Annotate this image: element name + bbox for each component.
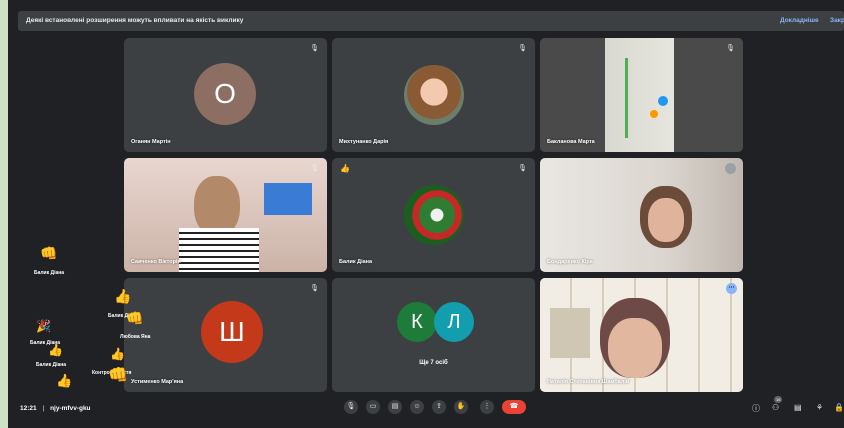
muted-mic-icon: 🎙	[310, 165, 319, 172]
person-silhouette	[608, 318, 662, 378]
extensions-banner: Деякі встановлені розширення можуть впли…	[18, 11, 844, 31]
banner-message: Деякі встановлені розширення можуть впли…	[26, 17, 244, 24]
reaction-sender: Балик Діана	[34, 270, 65, 276]
participant-name: Балик Діана	[339, 259, 373, 265]
participant-name: Устименко Мар'яна	[131, 379, 184, 385]
reaction-emoji: 👍	[56, 373, 73, 388]
shelf-decor	[550, 308, 590, 358]
status-indicator	[725, 163, 736, 174]
end-call-icon[interactable]: ☎	[502, 400, 526, 414]
avatar: Л	[434, 302, 474, 342]
avatar: О	[194, 63, 256, 125]
reaction-sender: Балик Діана	[36, 362, 67, 368]
reaction-emoji: 👍	[110, 347, 125, 361]
video-feed	[540, 38, 743, 152]
muted-mic-icon: 🎙	[518, 165, 527, 172]
participant-tile[interactable]: Ш 🎙 Устименко Мар'яна	[124, 278, 327, 392]
present-icon[interactable]: ⇪	[432, 400, 446, 414]
video-feed	[540, 278, 743, 392]
info-icon[interactable]: ⓘ	[752, 403, 760, 414]
participant-tile[interactable]: 🎙 Бакланова Марта	[540, 38, 743, 152]
participant-tile[interactable]: 🎙 Савченко Вікторія	[124, 158, 327, 272]
muted-mic-icon: 🎙	[310, 285, 319, 292]
participant-name: Савченко Вікторія	[131, 259, 181, 265]
avatar	[404, 65, 464, 125]
reaction-emoji: 🎉	[36, 319, 51, 333]
drawing-image	[625, 58, 658, 138]
participant-name: Михтунанко Дарія	[339, 139, 389, 145]
muted-mic-icon: 🎙	[518, 45, 527, 52]
participant-tile[interactable]: 🎙 Михтунанко Дарія	[332, 38, 535, 152]
map-poster	[264, 183, 312, 215]
meeting-info: 12:21 | njy-mfvv-gku	[20, 405, 91, 412]
participant-name: Бондаренко Кіра	[547, 259, 593, 265]
person-silhouette	[648, 198, 684, 242]
reaction-emoji: 👍	[48, 343, 63, 357]
video-feed	[540, 158, 743, 272]
raise-hand-icon[interactable]: ✋	[454, 400, 468, 414]
activities-icon[interactable]: ⚘	[816, 403, 823, 412]
meeting-code: njy-mfvv-gku	[50, 405, 91, 412]
avatar	[404, 185, 464, 245]
reaction-icon: 👍	[340, 164, 350, 173]
person-silhouette	[179, 228, 259, 272]
more-options-icon[interactable]: ⋮	[480, 400, 494, 414]
control-bar: 12:21 | njy-mfvv-gku 🎙 ▭ ▤ ☺ ⇪ ✋ ⋮ ☎ ⓘ 1…	[8, 396, 844, 422]
camera-icon[interactable]: ▭	[366, 400, 380, 414]
more-options-icon[interactable]: ⋯	[726, 283, 737, 294]
mic-icon[interactable]: 🎙	[344, 400, 358, 414]
participant-name: Бакланова Марта	[547, 139, 595, 145]
person-silhouette	[194, 176, 240, 236]
more-participants-tile[interactable]: К Л Ще 7 осіб	[332, 278, 535, 392]
drawing-image	[650, 110, 658, 118]
people-icon[interactable]: 16 ⚇	[772, 396, 783, 412]
reaction-emoji: 👊	[108, 367, 128, 384]
clock: 12:21	[20, 405, 37, 412]
lock-icon[interactable]: 🔒	[834, 403, 844, 412]
more-participants-label: Ще 7 осіб	[419, 360, 448, 366]
participant-tile[interactable]: Бондаренко Кіра	[540, 158, 743, 272]
separator: |	[42, 405, 45, 412]
avatar: К	[397, 302, 437, 342]
reaction-emoji: 👊	[40, 245, 58, 261]
reaction-emoji: 👍	[114, 288, 132, 304]
meet-window: Деякі встановлені розширення можуть впли…	[8, 0, 844, 428]
chat-icon[interactable]: ▤	[794, 403, 802, 412]
captions-icon[interactable]: ▤	[388, 400, 402, 414]
participant-tile[interactable]: 👍 🎙 Балик Діана	[332, 158, 535, 272]
emoji-icon[interactable]: ☺	[410, 400, 424, 414]
drawing-image	[658, 96, 668, 106]
avatar: Ш	[201, 301, 263, 363]
participant-name: Оганян Мартін	[131, 139, 171, 145]
participant-name: Наталія Степанівна Шамбалій	[547, 379, 630, 385]
muted-mic-icon: 🎙	[726, 45, 735, 52]
reaction-emoji: 👊	[126, 310, 144, 326]
muted-mic-icon: 🎙	[310, 45, 319, 52]
details-link[interactable]: Докладніше	[780, 11, 819, 31]
participants-count-badge: 16	[774, 396, 783, 403]
video-feed	[124, 158, 327, 272]
active-speaker-tile[interactable]: ⋯ Наталія Степанівна Шамбалій	[540, 278, 743, 392]
participant-tile[interactable]: О 🎙 Оганян Мартін	[124, 38, 327, 152]
reaction-sender: Любова Яна	[120, 334, 151, 340]
close-banner-link[interactable]: Закрити	[830, 11, 844, 31]
